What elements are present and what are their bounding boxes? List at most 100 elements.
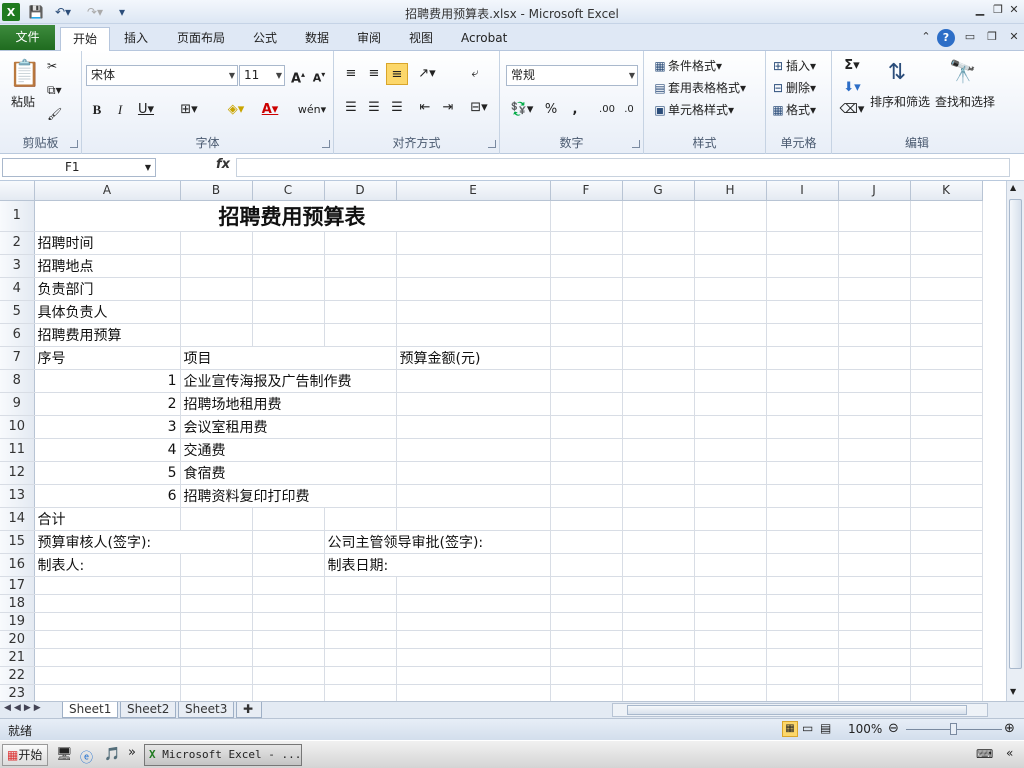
scroll-up-icon[interactable]: ▲ bbox=[1010, 183, 1016, 192]
row-header[interactable]: 3 bbox=[0, 254, 35, 278]
row-header[interactable]: 12 bbox=[0, 461, 35, 485]
align-middle-icon[interactable]: ≡ bbox=[363, 63, 385, 85]
sheet-tab-2[interactable]: Sheet2 bbox=[120, 702, 177, 718]
tab-formulas[interactable]: 公式 bbox=[241, 27, 289, 51]
find-select-icon[interactable]: 🔭 bbox=[948, 55, 978, 89]
fill-color-icon[interactable]: ◈▾ bbox=[220, 99, 252, 121]
cell-a16[interactable]: 制表人: bbox=[34, 553, 181, 577]
cell-a2[interactable]: 招聘时间 bbox=[34, 231, 181, 255]
increase-indent-icon[interactable]: ⇥ bbox=[437, 97, 459, 119]
align-bottom-icon[interactable]: ≡ bbox=[386, 63, 408, 85]
decrease-indent-icon[interactable]: ⇤ bbox=[414, 97, 436, 119]
cell-a8[interactable]: 1 bbox=[34, 369, 181, 393]
font-name-select[interactable]: 宋体 ▼ bbox=[86, 65, 238, 86]
collapse-ribbon-icon[interactable]: ⌃ bbox=[918, 30, 934, 44]
number-launcher-icon[interactable] bbox=[632, 140, 640, 148]
phonetic-icon[interactable]: wén▾ bbox=[296, 99, 328, 121]
column-header-h[interactable]: H bbox=[694, 181, 767, 201]
horizontal-scroll-thumb[interactable] bbox=[627, 705, 967, 715]
number-format-select[interactable]: 常规 ▼ bbox=[506, 65, 638, 86]
find-select-button[interactable]: 查找和选择 bbox=[935, 93, 995, 110]
cell-d15[interactable]: 公司主管领导审批(签字): bbox=[324, 530, 551, 554]
cell[interactable] bbox=[766, 200, 839, 232]
normal-view-icon[interactable]: ▦ bbox=[782, 721, 798, 737]
tab-home[interactable]: 开始 bbox=[60, 27, 111, 52]
row-header[interactable]: 8 bbox=[0, 369, 35, 393]
bold-icon[interactable]: B bbox=[86, 99, 108, 121]
cell-styles-button[interactable]: ▣ 单元格样式 ▾ bbox=[652, 101, 734, 118]
help-icon[interactable]: ? bbox=[937, 29, 955, 47]
tab-insert[interactable]: 插入 bbox=[112, 27, 160, 51]
tab-acrobat[interactable]: Acrobat bbox=[449, 27, 519, 51]
column-header-g[interactable]: G bbox=[622, 181, 695, 201]
cell-a10[interactable]: 3 bbox=[34, 415, 181, 439]
cell-e7[interactable]: 预算金额(元) bbox=[396, 346, 551, 370]
grow-font-icon[interactable]: A▴ bbox=[287, 64, 309, 86]
shrink-font-icon[interactable]: A▾ bbox=[308, 64, 330, 86]
desktop-icon[interactable]: 🖥 bbox=[56, 747, 73, 762]
tab-view[interactable]: 视图 bbox=[397, 27, 445, 51]
sheet-title-cell[interactable]: 招聘费用预算表 bbox=[34, 200, 551, 232]
row-header[interactable]: 21 bbox=[0, 648, 35, 667]
minimize-icon[interactable]: ▁ bbox=[972, 3, 988, 17]
column-header-e[interactable]: E bbox=[396, 181, 551, 201]
row-header[interactable]: 22 bbox=[0, 666, 35, 685]
cell[interactable] bbox=[694, 200, 767, 232]
row-header[interactable]: 1 bbox=[0, 200, 35, 232]
cell-a13[interactable]: 6 bbox=[34, 484, 181, 508]
row-header[interactable]: 19 bbox=[0, 612, 35, 631]
comma-style-icon[interactable]: , bbox=[564, 99, 586, 121]
wrap-text-icon[interactable]: ⤶ bbox=[464, 63, 486, 85]
cell-b12[interactable]: 食宿费 bbox=[180, 461, 397, 485]
page-layout-view-icon[interactable]: ▭ bbox=[802, 721, 813, 735]
column-header-i[interactable]: I bbox=[766, 181, 839, 201]
fill-icon[interactable]: ⬇▾ bbox=[838, 77, 866, 99]
column-header-d[interactable]: D bbox=[324, 181, 397, 201]
column-header-j[interactable]: J bbox=[838, 181, 911, 201]
increase-decimal-icon[interactable]: .00 bbox=[596, 99, 618, 121]
vertical-scrollbar[interactable]: ▲ ▼ bbox=[1006, 181, 1024, 701]
browser-icon[interactable]: ⓔ bbox=[80, 747, 93, 766]
row-header[interactable]: 6 bbox=[0, 323, 35, 347]
cell-b10[interactable]: 会议室租用费 bbox=[180, 415, 397, 439]
row-header[interactable]: 18 bbox=[0, 594, 35, 613]
select-all-corner[interactable] bbox=[0, 181, 35, 201]
more-icon[interactable]: » bbox=[128, 745, 136, 760]
cell-a4[interactable]: 负责部门 bbox=[34, 277, 181, 301]
doc-close-icon[interactable]: ✕ bbox=[1006, 30, 1022, 44]
row-header[interactable]: 4 bbox=[0, 277, 35, 301]
clipboard-launcher-icon[interactable] bbox=[70, 140, 78, 148]
tray-expand-icon[interactable]: « bbox=[1006, 746, 1013, 760]
doc-minimize-icon[interactable]: ▭ bbox=[962, 30, 978, 44]
alignment-launcher-icon[interactable] bbox=[488, 140, 496, 148]
format-painter-icon[interactable]: 🖌 bbox=[47, 107, 62, 121]
tab-file[interactable]: 文件 bbox=[0, 25, 55, 50]
delete-cells-button[interactable]: ⊟ 删除 ▾ bbox=[770, 79, 816, 96]
cell-a6[interactable]: 招聘费用预算 bbox=[34, 323, 181, 347]
row-header[interactable]: 16 bbox=[0, 553, 35, 577]
cell-a7[interactable]: 序号 bbox=[34, 346, 181, 370]
zoom-in-icon[interactable]: ⊕ bbox=[1004, 721, 1015, 736]
vertical-scroll-thumb[interactable] bbox=[1009, 199, 1022, 669]
autosum-icon[interactable]: Σ▾ bbox=[838, 55, 866, 77]
align-top-icon[interactable]: ≡ bbox=[340, 63, 362, 85]
sheet-tab-3[interactable]: Sheet3 bbox=[178, 702, 235, 718]
sort-filter-button[interactable]: 排序和筛选 bbox=[870, 93, 930, 110]
scroll-down-icon[interactable]: ▼ bbox=[1010, 687, 1016, 696]
cell-a5[interactable]: 具体负责人 bbox=[34, 300, 181, 324]
zoom-level[interactable]: 100% bbox=[848, 722, 882, 736]
accounting-format-icon[interactable]: 💱▾ bbox=[506, 99, 538, 121]
restore-icon[interactable]: ❐ bbox=[990, 3, 1006, 17]
merge-center-icon[interactable]: ⊟▾ bbox=[464, 97, 494, 119]
cell-a11[interactable]: 4 bbox=[34, 438, 181, 462]
cell[interactable] bbox=[622, 200, 695, 232]
cell-b13[interactable]: 招聘资料复印打印费 bbox=[180, 484, 397, 508]
font-color-icon[interactable]: A▾ bbox=[254, 99, 286, 121]
row-header[interactable]: 5 bbox=[0, 300, 35, 324]
zoom-out-icon[interactable]: ⊖ bbox=[888, 721, 899, 736]
row-header[interactable]: 9 bbox=[0, 392, 35, 416]
tab-review[interactable]: 审阅 bbox=[345, 27, 393, 51]
column-header-f[interactable]: F bbox=[550, 181, 623, 201]
sheet-nav-icon[interactable]: ◀◀▶▶ bbox=[4, 703, 44, 713]
media-icon[interactable]: 🎵 bbox=[104, 747, 120, 762]
